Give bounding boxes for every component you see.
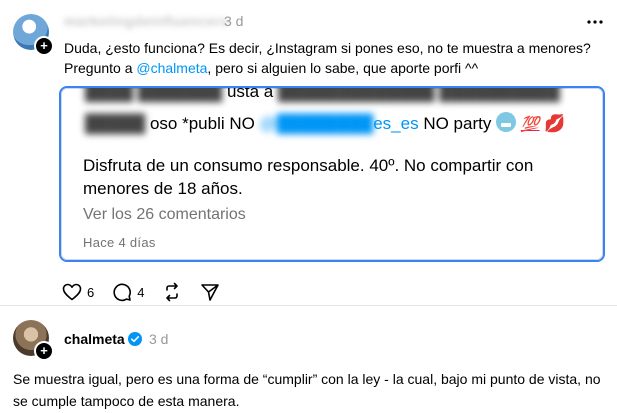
like-button[interactable]: 6 [62,283,94,301]
reply-body-text: Se muestra igual, pero es una forma de “… [13,371,601,409]
blurred-mention: @████████ [259,114,374,133]
post-original: + marketingdeinfluencers 3 d Duda, ¿esto… [0,0,617,305]
post-text-after: , pero si alguien lo sabe, que aporte po… [207,60,479,76]
like-count: 6 [87,284,95,300]
reply-count: 4 [137,284,145,300]
embed-view-comments: Ver los 26 comentarios [83,206,246,223]
follow-plus-icon[interactable]: + [34,36,54,56]
post-username-blurred[interactable]: marketingdeinfluencers [64,13,229,29]
more-options-icon[interactable] [584,13,606,31]
embed-line2-prefix: oso *publi NO [149,114,260,133]
post-timestamp[interactable]: 3 d [224,13,243,29]
embedded-instagram-screenshot[interactable]: ████ ███████ usta a █████████████ ██████… [59,86,605,262]
send-paper-plane-icon [201,284,220,301]
heart-icon [62,283,82,301]
embed-caption-line-2: █████ oso *publi NO @████████es_es NO pa… [85,112,565,134]
share-button[interactable] [200,282,220,302]
embed-line1-text: usta a [226,86,274,101]
post-reply: + chalmeta 3 d Se muestra igual, pero es… [0,306,617,413]
repost-button[interactable] [162,282,182,302]
embed-disclaimer-text: Disfruta de un consumo responsable. 40º.… [83,156,534,198]
blurred-text: █████████████ ██████████ [278,86,560,101]
reply-timestamp[interactable]: 3 d [149,331,168,347]
cold-face-emoji-icon [496,112,517,132]
repost-icon [166,282,179,302]
reply-username[interactable]: chalmeta [64,331,125,347]
embed-caption-line-1: ████ ███████ usta a █████████████ ██████… [85,86,560,102]
embed-line2-suffix: NO party [418,114,492,133]
comment-bubble-icon [113,283,132,302]
post-body-text: Duda, ¿esto funciona? Es decir, ¿Instagr… [64,38,604,78]
blurred-text: ████ ███████ [85,86,223,101]
verified-badge-icon [128,332,142,346]
reply-button[interactable]: 4 [112,282,144,302]
post-actions: 6 4 [62,282,238,302]
follow-plus-icon[interactable]: + [34,341,54,361]
kiss-mark-emoji-icon: 💋 [544,114,566,133]
embed-date: Hace 4 días [83,235,156,250]
hundred-points-emoji-icon: 💯 [520,116,540,133]
embed-mention-end: es_es [373,114,419,133]
blurred-text: █████ [85,114,146,133]
mention-link[interactable]: @chalmeta [136,60,207,76]
